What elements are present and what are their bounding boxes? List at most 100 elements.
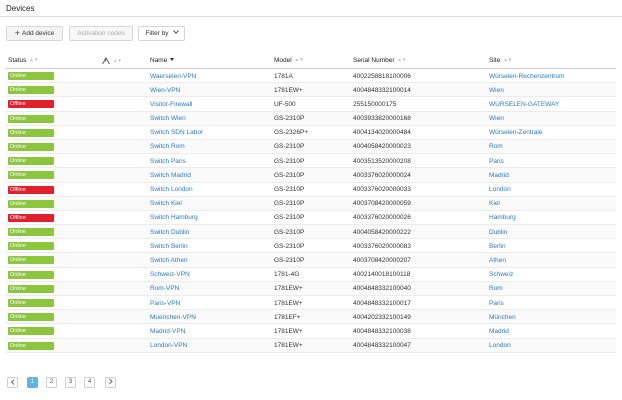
table-row[interactable]: Online Waerselen-VPN 1781A 4002258818100006…: [6, 69, 616, 84]
page-button-1[interactable]: 1: [27, 377, 38, 388]
device-model: GS-2310P: [274, 256, 305, 264]
device-serial: 4004848332100040: [353, 285, 411, 293]
table-row[interactable]: Online Switch Wien GS-2310P 400393382000016…: [6, 111, 616, 126]
page-button-2[interactable]: 2: [46, 377, 57, 388]
status-badge: Online: [8, 313, 54, 322]
device-model: 1781EW+: [274, 285, 303, 293]
device-name-link[interactable]: Switch Athen: [150, 257, 188, 264]
device-site-link[interactable]: London: [489, 186, 511, 193]
device-name-link[interactable]: Switch Wien: [150, 115, 186, 122]
prev-page-button[interactable]: [7, 377, 18, 388]
device-site-link[interactable]: Berlin: [489, 243, 506, 250]
device-site-link[interactable]: Rom: [489, 143, 503, 150]
table-row[interactable]: Online Switch Kiel GS-2310P 400370842000005…: [6, 196, 616, 211]
table-row[interactable]: Online Schweiz-VPN 1781-4G 4002140018100118…: [6, 268, 616, 282]
table-row[interactable]: Offline Switch London GS-2310P 400337602000…: [6, 183, 616, 197]
status-badge: Online: [8, 128, 54, 137]
device-site-link[interactable]: Madrid: [489, 328, 509, 335]
status-badge: Online: [8, 284, 54, 293]
column-header-alerts[interactable]: ▲▼: [102, 57, 122, 65]
device-site-link[interactable]: Rom: [489, 285, 503, 292]
device-name-link[interactable]: Muenchen-VPN: [150, 314, 196, 321]
next-page-button[interactable]: [105, 377, 116, 388]
table-row[interactable]: Offline Visitor-Firewall UF-500 25515000017…: [6, 97, 616, 112]
device-serial: 4003933820000168: [353, 115, 411, 123]
table-row[interactable]: Online Wien-VPN 1781EW+ 4004848332100014 Wie…: [6, 83, 616, 98]
device-serial: 4003708420000059: [353, 200, 411, 208]
column-header-site[interactable]: Site ▲▼: [489, 57, 512, 64]
table-row[interactable]: Online Switch Paris GS-2310P 40035135200002…: [6, 154, 616, 169]
device-name-link[interactable]: Rom-VPN: [150, 285, 179, 292]
table-row[interactable]: Online Switch Athen GS-2310P 40037084200002…: [6, 253, 616, 268]
page-button-3[interactable]: 3: [65, 377, 76, 388]
device-name-link[interactable]: Wien-VPN: [150, 87, 180, 94]
activation-codes-button[interactable]: Activation codes: [69, 26, 133, 41]
device-name-link[interactable]: Switch SDN Labor: [150, 129, 203, 136]
table-row[interactable]: Online Rom-VPN 1781EW+ 4004848332100040 Rom: [6, 281, 616, 296]
column-header-serial[interactable]: Serial Number ▲▼: [353, 57, 406, 64]
device-site-link[interactable]: Dublin: [489, 229, 507, 236]
device-site-link[interactable]: London: [489, 342, 511, 349]
device-model: 1781A: [274, 72, 293, 80]
device-site-link[interactable]: Wien: [489, 87, 504, 94]
device-name-link[interactable]: Waerselen-VPN: [150, 73, 196, 80]
sort-icon: ▲▼: [294, 57, 304, 62]
device-site-link[interactable]: Schweiz: [489, 271, 513, 278]
sort-icon: ▲▼: [113, 58, 122, 63]
device-name-link[interactable]: Switch Paris: [150, 158, 186, 165]
table-row[interactable]: Online Switch Rom GS-2310P 4004058420000023…: [6, 139, 616, 155]
device-site-link[interactable]: Paris: [489, 158, 504, 165]
device-site-link[interactable]: Athen: [489, 257, 506, 264]
status-badge: Online: [8, 199, 54, 208]
column-header-name[interactable]: Name: [150, 57, 175, 64]
device-name-link[interactable]: Schweiz-VPN: [150, 271, 190, 278]
device-model: 1781EW+: [274, 342, 303, 350]
device-site-link[interactable]: Würselen-Zentrale: [489, 129, 542, 136]
page-button-4[interactable]: 4: [84, 377, 95, 388]
device-name-link[interactable]: Switch Rom: [150, 143, 185, 150]
device-site-link[interactable]: München: [489, 314, 516, 321]
table-row[interactable]: Online Muenchen-VPN 1781EF+ 400420233210014…: [6, 310, 616, 325]
device-serial: 4004058420000222: [353, 228, 411, 236]
add-device-button[interactable]: + Add device: [6, 26, 63, 41]
device-site-link[interactable]: Hamburg: [489, 214, 516, 221]
table-row[interactable]: Online Switch Dublin GS-2310P 4004058420000…: [6, 225, 616, 240]
device-name-link[interactable]: Paris-VPN: [150, 300, 180, 307]
device-model: GS-2310P: [274, 115, 305, 123]
status-badge: Online: [8, 228, 54, 237]
device-site-link[interactable]: Kiel: [489, 200, 500, 207]
filter-by-dropdown[interactable]: Filter by: [138, 26, 185, 41]
status-badge: Online: [8, 171, 54, 180]
column-header-model[interactable]: Model ▲▼: [274, 57, 304, 64]
device-name-link[interactable]: Switch London: [150, 186, 193, 193]
table-row[interactable]: Online London-VPN 1781EW+ 4004848332100047 L…: [6, 338, 616, 353]
table-row[interactable]: Online Switch Madrid GS-2310P 4003376020000…: [6, 168, 616, 183]
table-row[interactable]: Online Paris-VPN 1781EW+ 4004848332100017 Pa…: [6, 296, 616, 311]
device-model: UF-500: [274, 100, 296, 108]
device-name-link[interactable]: Switch Dublin: [150, 229, 189, 236]
column-header-status[interactable]: Status ▲▼: [8, 57, 38, 64]
table-row[interactable]: Online Switch SDN Labor GS-2326P+ 400413402…: [6, 126, 616, 140]
device-name-link[interactable]: London-VPN: [150, 342, 187, 349]
devices-table: Status▲▼ ▲▼ Name Model▲▼ Serial Number▲▼…: [6, 54, 616, 353]
warning-icon: [102, 57, 110, 64]
device-serial: 4004848332100014: [353, 86, 411, 94]
status-badge: Online: [8, 242, 54, 251]
device-site-link[interactable]: Würselen-Rechenzentrum: [489, 73, 565, 80]
device-site-link[interactable]: WURSELEN-GATEWAY: [489, 101, 559, 108]
table-row[interactable]: Offline Switch Hamburg GS-2310P 40033760200…: [6, 211, 616, 226]
page-title: Devices: [6, 4, 35, 13]
device-name-link[interactable]: Switch Madrid: [150, 172, 191, 179]
sort-icon: ▲▼: [503, 57, 513, 62]
device-site-link[interactable]: Wien: [489, 115, 504, 122]
device-name-link[interactable]: Switch Kiel: [150, 200, 182, 207]
table-row[interactable]: Online Switch Berlin GS-2310P 4003376020000…: [6, 239, 616, 254]
device-name-link[interactable]: Switch Berlin: [150, 243, 188, 250]
device-site-link[interactable]: Paris: [489, 300, 504, 307]
device-name-link[interactable]: Madrid-VPN: [150, 328, 185, 335]
table-row[interactable]: Online Madrid-VPN 1781EW+ 4004848332100038 M…: [6, 324, 616, 339]
device-name-link[interactable]: Visitor-Firewall: [150, 101, 193, 108]
device-site-link[interactable]: Madrid: [489, 172, 509, 179]
device-name-link[interactable]: Switch Hamburg: [150, 214, 198, 221]
device-model: GS-2310P: [274, 200, 305, 208]
